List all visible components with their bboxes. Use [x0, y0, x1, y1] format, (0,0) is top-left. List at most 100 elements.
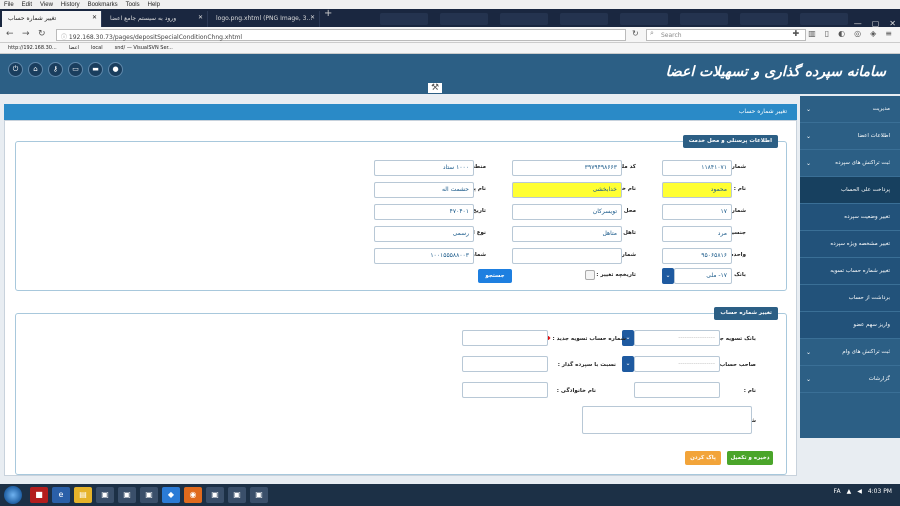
sidebar-item-advance-payment[interactable]: پرداخت علی الحساب — [800, 177, 900, 204]
first-name-field[interactable]: محمود — [662, 182, 732, 198]
url-bar[interactable]: ⓘ 192.168.30.73/pages/depositSpecialCond… — [56, 29, 626, 41]
sidebar-item-withdrawal[interactable]: برداشت از حساب — [800, 285, 900, 312]
reload-page-icon[interactable]: ↻ — [632, 29, 639, 38]
gender-field[interactable]: مرد — [662, 226, 732, 242]
account-owner-select[interactable]: ----------------- — [634, 356, 720, 372]
settle-bank-select[interactable]: ۱۷- ملی — [674, 268, 732, 284]
save-button[interactable]: ذخیره و تکمیل — [727, 451, 773, 465]
key-icon[interactable]: ⚷ — [48, 62, 63, 77]
background-tab[interactable] — [620, 13, 668, 25]
extensions-icon[interactable]: ✚ — [793, 29, 800, 38]
chevron-down-icon[interactable]: ⌄ — [622, 356, 634, 372]
sidebar-item-management[interactable]: ⌄ مدیریت — [800, 96, 900, 123]
background-tab[interactable] — [500, 13, 548, 25]
background-tab[interactable] — [740, 13, 788, 25]
settle-account-field[interactable]: ۱۰۰۱۵۵۵۸۸۰۰۳ — [374, 248, 474, 264]
new-bank-select[interactable]: ----------------- — [634, 330, 720, 346]
home-icon[interactable]: ⌂ — [28, 62, 43, 77]
user-icon[interactable]: ● — [108, 62, 123, 77]
addon-icon[interactable]: ◐ — [838, 29, 845, 38]
bookmark-item[interactable]: local — [91, 45, 103, 51]
forward-icon[interactable]: → — [22, 29, 30, 39]
close-icon[interactable]: ✕ — [198, 14, 203, 21]
menu-view[interactable]: View — [40, 2, 53, 8]
start-button[interactable] — [4, 486, 22, 504]
bookmark-item[interactable]: اعضا — [69, 45, 79, 51]
search-input[interactable]: Search — [646, 29, 806, 41]
sidebar-item-reports[interactable]: ⌄ گزارشات — [800, 366, 900, 393]
new-tab-icon[interactable]: + — [324, 8, 332, 19]
volume-icon[interactable]: ◀ — [857, 488, 862, 495]
sync-icon[interactable]: ◎ — [854, 29, 861, 38]
sidebar-item-settlement-account[interactable]: تغییر شماره حساب تسویه — [800, 258, 900, 285]
search-button[interactable]: جستجو — [478, 269, 512, 283]
sidebar-item-deposit-status[interactable]: تغییر وضعیت سپرده — [800, 204, 900, 231]
menu-tools[interactable]: Tools — [126, 2, 140, 8]
menu-help[interactable]: Help — [148, 2, 160, 8]
sidebar-item-loan-transactions[interactable]: ⌄ ثبت تراکنش های وام — [800, 339, 900, 366]
library-icon[interactable]: ▥ — [808, 29, 816, 38]
monitor-icon[interactable]: ▭ — [68, 62, 83, 77]
tab-account-change[interactable]: تغییر شماره حساب ✕ — [2, 11, 102, 27]
bookmark-item[interactable]: snd/ — VisualSVN Ser... — [115, 45, 173, 51]
sidebar-item-member-share[interactable]: واریز سهم عضو — [800, 312, 900, 339]
sidebar-icon[interactable]: ▯ — [825, 29, 829, 38]
background-tab[interactable] — [800, 13, 848, 25]
menu-bookmarks[interactable]: Bookmarks — [88, 2, 118, 8]
shield-icon[interactable]: ◈ — [870, 29, 876, 38]
tools-icon[interactable]: ⚒ — [428, 83, 443, 93]
id-no-field[interactable]: ۱۷ — [662, 204, 732, 220]
close-icon[interactable]: ✕ — [92, 14, 97, 21]
network-icon[interactable]: ▲ — [847, 488, 852, 495]
laptop-icon[interactable]: ▬ — [88, 62, 103, 77]
prev-personnel-field[interactable] — [512, 248, 622, 264]
firefox-icon[interactable]: ◉ — [184, 487, 202, 503]
region-field[interactable]: ۱۰۰۰ ستاد — [374, 160, 474, 176]
background-tab[interactable] — [440, 13, 488, 25]
back-icon[interactable]: ← — [6, 29, 14, 39]
reload-icon[interactable]: ↻ — [38, 29, 46, 39]
background-tab[interactable] — [380, 13, 428, 25]
sidebar-item-deposit-transactions[interactable]: ⌄ ثبت تراکنش های سپرده — [800, 150, 900, 177]
sidebar-item-special-attribute[interactable]: تغییر مشخصه ویژه سپرده — [800, 231, 900, 258]
app-icon[interactable]: ▣ — [250, 487, 268, 503]
app-icon[interactable]: ▣ — [118, 487, 136, 503]
relation-input[interactable] — [462, 356, 548, 372]
app-icon[interactable]: ■ — [30, 487, 48, 503]
name-input[interactable] — [634, 382, 720, 398]
folder-icon[interactable]: ▤ — [74, 487, 92, 503]
menu-history[interactable]: History — [61, 2, 80, 8]
employment-type-field[interactable]: رسمی — [374, 226, 474, 242]
marital-field[interactable]: متاهل — [512, 226, 622, 242]
hamburger-menu-icon[interactable]: ≡ — [885, 29, 892, 38]
app-icon[interactable]: ◆ — [162, 487, 180, 503]
change-history-checkbox[interactable] — [585, 270, 595, 280]
description-textarea[interactable] — [582, 406, 752, 434]
national-code-field[interactable]: ۳۹۷۹۴۹۸۶۶۳ — [512, 160, 622, 176]
menu-edit[interactable]: Edit — [22, 2, 32, 8]
family-input[interactable] — [462, 382, 548, 398]
background-tab[interactable] — [560, 13, 608, 25]
birth-date-field[interactable]: ۴۷۰۴۰۱ — [374, 204, 474, 220]
new-account-input[interactable] — [462, 330, 548, 346]
app-icon[interactable]: ▣ — [96, 487, 114, 503]
menu-file[interactable]: File — [4, 2, 14, 8]
clear-button[interactable]: پاک کردن — [685, 451, 721, 465]
tab-logo-image[interactable]: logo.png.xhtml (PNG Image, 3... ✕ — [210, 11, 320, 27]
org-unit-field[interactable]: ۹۵۰۶۵۸۱۶ — [662, 248, 732, 264]
close-icon[interactable]: ✕ — [310, 14, 315, 21]
power-icon[interactable]: ⏻ — [8, 62, 23, 77]
background-tab[interactable] — [680, 13, 728, 25]
last-name-field[interactable]: خدابخشی — [512, 182, 622, 198]
clock[interactable]: 4:03 PM — [868, 488, 892, 495]
bookmark-item[interactable]: http://192.168.30... — [8, 45, 57, 51]
app-icon[interactable]: ▣ — [206, 487, 224, 503]
ie-icon[interactable]: e — [52, 487, 70, 503]
father-name-field[interactable]: حشمت اله — [374, 182, 474, 198]
app-icon[interactable]: ▣ — [140, 487, 158, 503]
chevron-down-icon[interactable]: ⌄ — [662, 268, 674, 284]
tab-login[interactable]: ورود به سیستم جامع اعضا ✕ — [104, 11, 208, 27]
sidebar-item-member-info[interactable]: ⌄ اطلاعات اعضا — [800, 123, 900, 150]
app-icon[interactable]: ▣ — [228, 487, 246, 503]
issue-place-field[interactable]: تویسرکان — [512, 204, 622, 220]
